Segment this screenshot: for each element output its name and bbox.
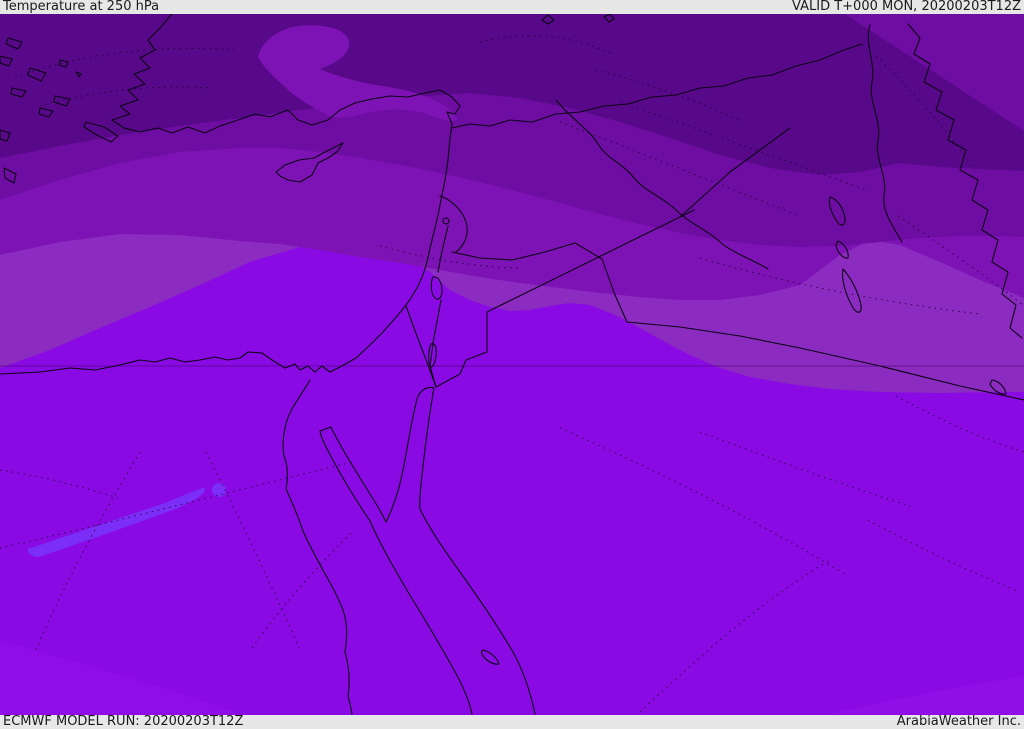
provider-label: ArabiaWeather Inc.	[896, 714, 1021, 729]
footer-bar: ECMWF MODEL RUN: 20200203T12Z ArabiaWeat…	[0, 715, 1024, 729]
map-area	[0, 14, 1024, 715]
temperature-bands	[0, 14, 1024, 715]
header-bar: Temperature at 250 hPa VALID T+000 MON, …	[0, 0, 1024, 14]
valid-time-label: VALID T+000 MON, 20200203T12Z	[792, 0, 1021, 14]
cold-pocket-dot	[212, 483, 226, 497]
page-title: Temperature at 250 hPa	[3, 0, 160, 14]
model-run-label: ECMWF MODEL RUN: 20200203T12Z	[3, 714, 244, 729]
temperature-map	[0, 14, 1024, 715]
weather-map-screenshot: Temperature at 250 hPa VALID T+000 MON, …	[0, 0, 1024, 729]
